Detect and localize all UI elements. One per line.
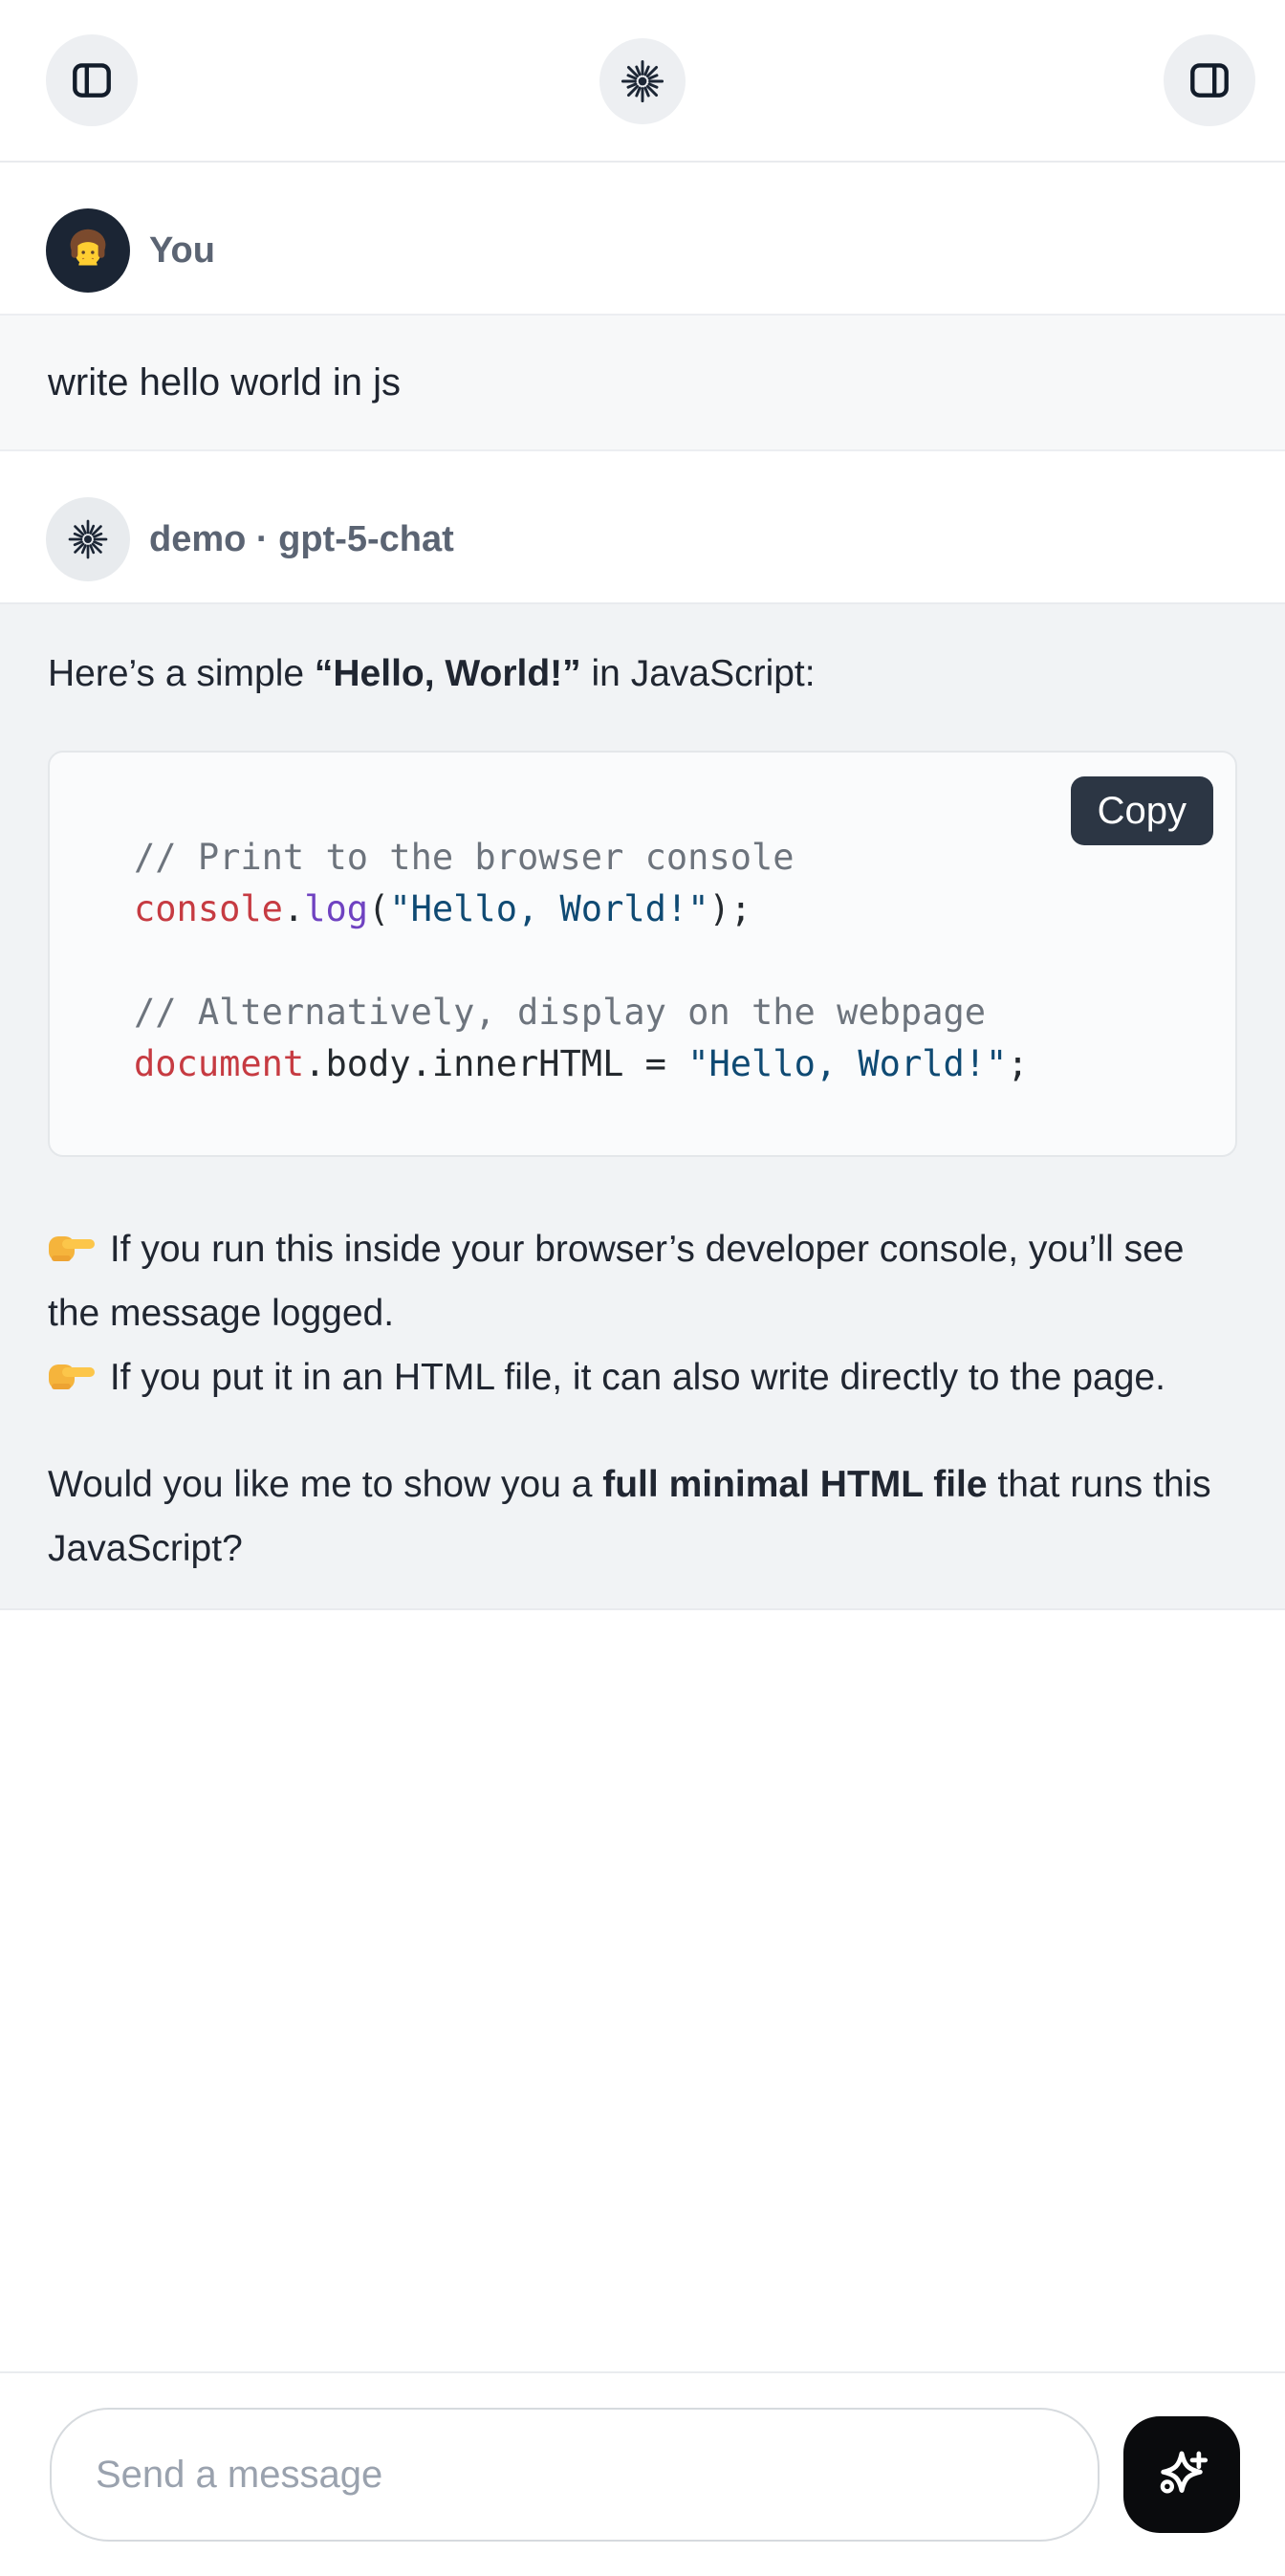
composer-bar	[0, 2371, 1285, 2576]
ai-send-button[interactable]	[1123, 2416, 1240, 2533]
assistant-turn-header: demo · gpt-5-chat	[46, 497, 1237, 581]
right-panel-toggle-button[interactable]	[1164, 34, 1255, 126]
copy-code-button[interactable]: Copy	[1071, 776, 1213, 845]
assistant-turn: demo · gpt-5-chat Here’s a simple “Hello…	[0, 451, 1285, 1610]
code-line: document.body.innerHTML = "Hello, World!…	[134, 1038, 1197, 1090]
starburst-icon	[65, 516, 111, 562]
pointing-hand-emoji	[48, 1355, 96, 1395]
code-content: // Print to the browser consoleconsole.l…	[50, 753, 1235, 1155]
code-line: // Print to the browser console	[134, 832, 1197, 884]
sparkle-plus-icon	[1150, 2443, 1213, 2506]
panel-left-icon	[68, 56, 116, 104]
assistant-intro-text: Here’s a simple “Hello, World!” in JavaS…	[48, 643, 1237, 706]
code-line	[134, 935, 1197, 987]
user-avatar	[46, 208, 130, 293]
assistant-message-body: Here’s a simple “Hello, World!” in JavaS…	[0, 602, 1285, 1610]
assistant-paragraph: If you run this inside your browser’s de…	[48, 1217, 1237, 1345]
code-block: Copy // Print to the browser consolecons…	[48, 751, 1237, 1157]
assistant-paragraph: Would you like me to show you a full min…	[48, 1452, 1237, 1581]
chat-scroll-area[interactable]	[0, 1610, 1285, 2371]
user-message-text: write hello world in js	[0, 314, 1285, 451]
chat-app-window: You write hello world in js	[0, 0, 1285, 2576]
top-bar	[0, 0, 1285, 163]
code-line: // Alternatively, display on the webpage	[134, 987, 1197, 1038]
starburst-icon	[618, 56, 667, 106]
user-turn: You write hello world in js	[0, 163, 1285, 451]
assistant-sender-label: demo · gpt-5-chat	[149, 519, 454, 560]
pointing-hand-emoji	[48, 1227, 96, 1267]
assistant-avatar	[46, 497, 130, 581]
sidebar-toggle-button[interactable]	[46, 34, 138, 126]
model-logo-button[interactable]	[599, 38, 686, 124]
message-input[interactable]	[50, 2408, 1100, 2542]
panel-right-icon	[1186, 56, 1233, 104]
user-turn-header: You	[46, 208, 1237, 293]
assistant-paragraphs: If you run this inside your browser’s de…	[48, 1217, 1237, 1581]
assistant-paragraph: If you put it in an HTML file, it can al…	[48, 1345, 1237, 1409]
user-sender-label: You	[149, 230, 215, 272]
person-emoji	[58, 221, 118, 280]
code-line: console.log("Hello, World!");	[134, 884, 1197, 935]
